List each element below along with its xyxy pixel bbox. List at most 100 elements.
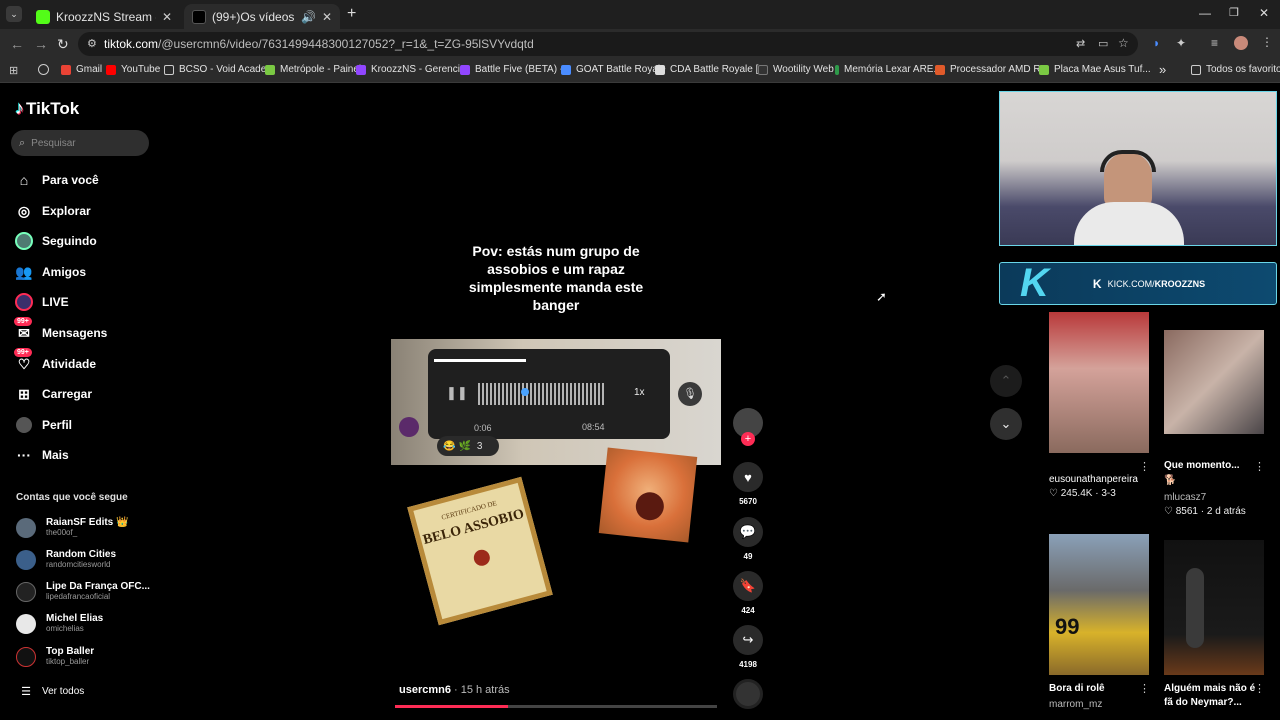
mic-icon[interactable]: 🎙 (678, 382, 702, 406)
site-info-icon[interactable]: ⚙ (87, 37, 97, 50)
bookmark-item[interactable]: YouTube (106, 64, 160, 75)
bookmark-item[interactable]: GOAT Battle Royale (561, 64, 666, 75)
save-button[interactable]: 🔖 424 (732, 571, 764, 615)
extension-icon[interactable]: ◗ (1153, 36, 1160, 50)
next-video-button[interactable]: ⌄ (990, 408, 1022, 440)
suggestion-title[interactable]: Alguém mais não é fã do Neymar?... (1164, 682, 1256, 710)
nav-mensagens[interactable]: ✉ 99+ Mensagens (14, 317, 107, 342)
reload-icon[interactable]: ↻ (57, 36, 69, 53)
menu-kebab-icon[interactable]: ⋮ (1261, 35, 1273, 49)
speaker-icon[interactable]: 🔊 (301, 10, 316, 24)
suggestion-author[interactable]: marrom_mz (1049, 699, 1102, 710)
suggestion-author[interactable]: eusounathanpereira (1049, 474, 1138, 485)
heart-outline-icon: ♡ (1049, 488, 1058, 499)
bookmark-item[interactable]: Placa Mae Asus Tuf... (1039, 64, 1151, 75)
bookmarks-more-button[interactable]: » (1159, 62, 1166, 77)
creator-avatar-button[interactable]: + (732, 408, 764, 446)
tiktok-logo[interactable]: ♪ TikTok (15, 98, 79, 119)
following-item[interactable]: Michel Elias omichelias (16, 613, 103, 634)
profile-avatar[interactable] (1234, 36, 1248, 50)
following-avatar-icon (15, 232, 33, 250)
previous-video-button[interactable]: ⌃ (990, 365, 1022, 397)
like-button[interactable]: ♥ 5670 (732, 462, 764, 506)
bookmark-item[interactable]: BCSO - Void Acade... (164, 64, 275, 75)
apps-grid-icon[interactable]: ⊞ (9, 64, 18, 77)
bookmark-item[interactable]: CDA Battle Royale [... (655, 64, 767, 75)
share-button[interactable]: ↪ 4198 (732, 625, 764, 669)
all-bookmarks-button[interactable]: Todos os favoritos (1191, 64, 1280, 75)
video-progress-track[interactable] (395, 705, 717, 708)
suggestion-title[interactable]: Que momento... (1164, 459, 1240, 473)
bookmark-item[interactable]: Battle Five (BETA) -... (460, 64, 572, 75)
suggestion-thumb[interactable]: 99 (1049, 534, 1149, 675)
suggestion-author[interactable]: mlucasz7 (1164, 492, 1206, 503)
suggestion-thumb[interactable] (1164, 330, 1264, 434)
nav-amigos[interactable]: 👥 Amigos (15, 263, 86, 281)
dog-emoji: 🐕 (1164, 475, 1177, 486)
bookmark-item[interactable]: Wootility Web (758, 64, 834, 75)
url-field[interactable]: ⚙ tiktok.com/@usercmn6/video/76314994483… (78, 32, 1138, 56)
close-icon[interactable]: ✕ (162, 10, 172, 24)
web-icon[interactable] (38, 64, 49, 75)
nav-explorar[interactable]: ◎ Explorar (15, 202, 91, 220)
following-item[interactable]: Lipe Da França OFC... lipedafrancaoficial (16, 581, 150, 602)
leaf-emoji-icon: 🌿 (458, 440, 471, 452)
tab-tiktok[interactable]: (99+)Os vídeos de hjz07 (@ 🔊 ✕ (184, 4, 340, 29)
suggestion-thumb[interactable] (1164, 540, 1264, 675)
site-icon (561, 64, 571, 75)
tab-bar: ⌄ KroozzNS Stream - Watch Live o ✕ (99+)… (0, 0, 1280, 29)
cast-icon[interactable]: ▭ (1098, 37, 1108, 50)
bookmark-item[interactable]: KroozzNS - Gerenci... (356, 64, 468, 75)
bookmark-item[interactable]: Metrópole - Painel (265, 64, 361, 75)
search-input[interactable]: ⌕ Pesquisar (11, 130, 149, 156)
waveform-playhead[interactable] (521, 388, 529, 396)
following-item[interactable]: Random Cities randomcitiesworld (16, 549, 116, 570)
author-name[interactable]: usercmn6 (399, 684, 451, 696)
cartoon-sticker (598, 447, 698, 543)
bookmark-item[interactable]: Memória Lexar ARE... (835, 64, 942, 75)
following-item[interactable]: RaianSF Edits 👑 the00of_ (16, 517, 128, 538)
nav-live[interactable]: LIVE (15, 293, 69, 311)
back-icon[interactable]: ← (10, 36, 24, 52)
minimize-icon[interactable]: — (1199, 6, 1211, 20)
nav-para-voce[interactable]: ⌂ Para você (15, 171, 99, 189)
kebab-icon[interactable]: ⋮ (1139, 460, 1150, 473)
forward-icon[interactable]: → (34, 36, 48, 52)
kebab-icon[interactable]: ⋮ (1254, 682, 1265, 695)
reactions-pill[interactable]: 😂 🌿 3 (437, 436, 499, 456)
music-disc-icon (733, 679, 763, 709)
comment-button[interactable]: 💬 49 (732, 517, 764, 561)
follow-plus-icon[interactable]: + (741, 432, 755, 446)
bookmark-item[interactable]: Gmail (61, 64, 102, 75)
taxi-number: 99 (1055, 614, 1080, 639)
see-all-button[interactable]: ☰ Ver todos (19, 682, 84, 700)
speed-button[interactable]: 1x (634, 387, 645, 398)
close-icon[interactable]: ✕ (322, 10, 332, 24)
pause-icon[interactable]: ❚❚ (446, 385, 468, 401)
kebab-icon[interactable]: ⋮ (1139, 682, 1150, 695)
nav-seguindo[interactable]: Seguindo (15, 232, 97, 250)
suggestion-title[interactable]: Bora di rolê (1049, 682, 1105, 696)
profile-icon (15, 416, 33, 434)
media-icon[interactable]: ≡ (1211, 36, 1218, 50)
kebab-icon[interactable]: ⋮ (1254, 460, 1265, 473)
nav-mais[interactable]: ··· Mais (15, 446, 69, 464)
music-disc-button[interactable] (732, 679, 764, 709)
puzzle-icon[interactable]: ✦ (1176, 36, 1186, 50)
certificate-seal-icon (472, 547, 492, 568)
translate-icon[interactable]: ⇄ (1076, 37, 1085, 50)
nav-perfil[interactable]: Perfil (15, 416, 72, 434)
video-frame[interactable]: ❚❚ 1x 0:06 08:54 🎙 😂 🌿 3 (391, 339, 721, 465)
restore-icon[interactable]: ❐ (1229, 6, 1239, 19)
following-item[interactable]: Top Baller tiktop_baller (16, 646, 94, 667)
tab-kroozzns[interactable]: KroozzNS Stream - Watch Live o ✕ (28, 4, 180, 29)
bookmark-item[interactable]: Processador AMD R... (935, 64, 1049, 75)
nav-carregar[interactable]: ⊞ Carregar (15, 385, 92, 403)
new-tab-button[interactable]: + (347, 5, 356, 23)
close-window-icon[interactable]: ✕ (1259, 6, 1269, 20)
suggestion-thumb[interactable] (1049, 312, 1149, 453)
share-icon: ↪ (733, 625, 763, 655)
bookmark-star-icon[interactable]: ☆ (1118, 36, 1129, 50)
nav-atividade[interactable]: ♡ 99+ Atividade (14, 348, 96, 373)
tab-list-chevron-icon[interactable]: ⌄ (6, 6, 22, 22)
